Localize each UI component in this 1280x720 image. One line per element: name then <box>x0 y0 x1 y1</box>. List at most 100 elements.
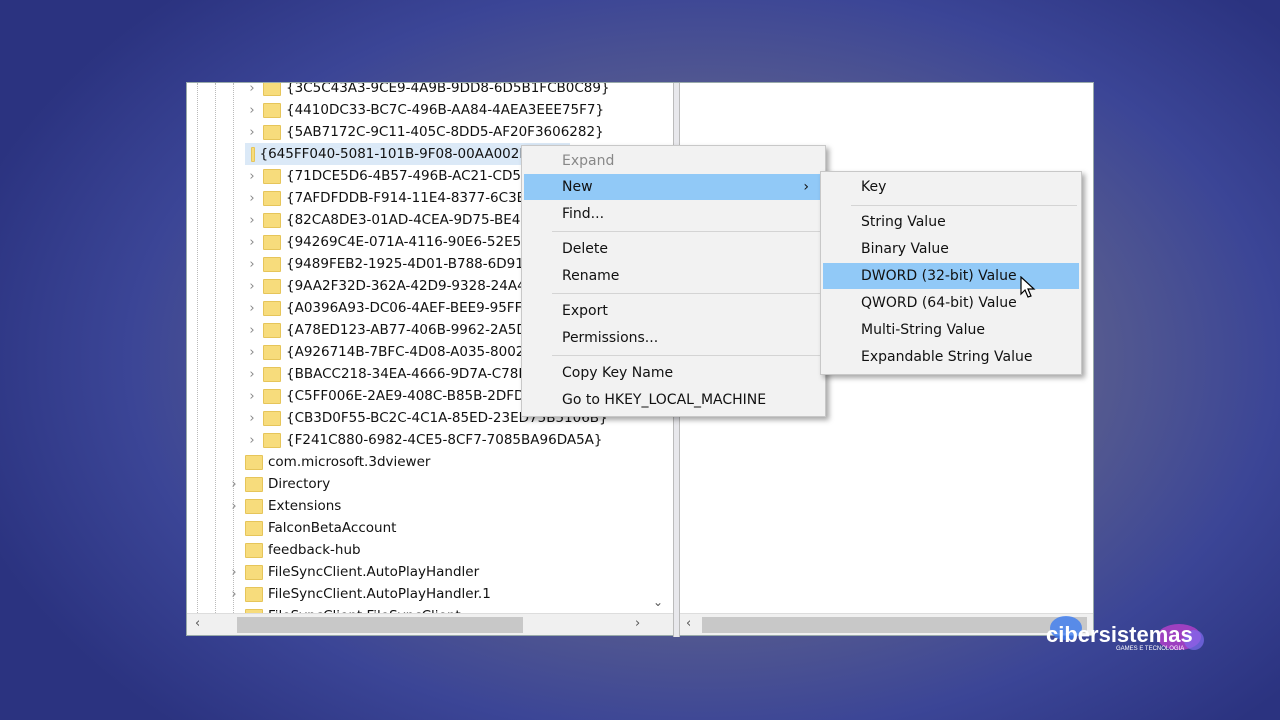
menu-item-label: Key <box>861 179 887 195</box>
folder-icon <box>245 498 263 514</box>
menu-separator <box>552 293 821 294</box>
expand-chevron-icon[interactable]: › <box>245 345 259 360</box>
menu-item-label: Binary Value <box>861 241 949 257</box>
menu-item-label: Expandable String Value <box>861 349 1033 365</box>
submenu-item[interactable]: QWORD (64-bit) Value <box>823 290 1079 316</box>
submenu-item[interactable]: Binary Value <box>823 236 1079 262</box>
context-menu-item[interactable]: New › <box>524 174 823 200</box>
context-menu-item[interactable]: Delete <box>524 236 823 262</box>
submenu-item[interactable]: Multi-String Value <box>823 317 1079 343</box>
svg-text:cibersistemas: cibersistemas <box>1046 622 1193 647</box>
menu-item-label: New <box>562 179 593 195</box>
folder-icon <box>263 322 281 338</box>
expand-chevron-icon[interactable]: › <box>245 433 259 448</box>
expand-chevron-icon[interactable]: › <box>227 587 241 602</box>
expand-chevron-icon[interactable]: › <box>227 499 241 514</box>
expand-chevron-icon[interactable]: › <box>245 389 259 404</box>
menu-separator <box>552 231 821 232</box>
expand-chevron-icon[interactable]: › <box>245 257 259 272</box>
context-menu: Expand New › Find... Delete Rename Export Permi… <box>521 145 826 417</box>
tree-key-row[interactable]: › Extensions <box>227 495 341 517</box>
menu-item-label: Delete <box>562 241 608 257</box>
menu-item-label: Copy Key Name <box>562 365 674 381</box>
submenu-arrow-icon: › <box>803 179 809 195</box>
folder-icon <box>250 146 255 162</box>
expand-chevron-icon[interactable]: › <box>227 565 241 580</box>
new-submenu: Key String Value Binary Value DWORD (32-bit… <box>820 171 1082 375</box>
folder-icon <box>245 520 263 536</box>
context-menu-item[interactable]: Expand <box>524 148 823 174</box>
expand-chevron-icon[interactable]: › <box>245 323 259 338</box>
folder-icon <box>263 124 281 140</box>
expand-chevron-icon[interactable]: › <box>245 279 259 294</box>
menu-item-label: Expand <box>562 153 615 169</box>
submenu-item[interactable]: Key <box>823 174 1079 200</box>
tree-key-row[interactable]: › FileSyncClient.AutoPlayHandler <box>227 561 479 583</box>
submenu-item[interactable]: String Value <box>823 209 1079 235</box>
menu-separator <box>552 355 821 356</box>
key-label: Directory <box>268 476 331 492</box>
expand-chevron-icon[interactable]: › <box>227 477 241 492</box>
tree-key-row[interactable]: com.microsoft.3dviewer <box>227 451 430 473</box>
key-label: {4410DC33-BC7C-496B-AA84-4AEA3EEE75F7} <box>286 102 605 118</box>
expand-chevron-icon[interactable]: › <box>245 83 259 96</box>
tree-key-row[interactable]: › {5AB7172C-9C11-405C-8DD5-AF20F3606282} <box>245 121 604 143</box>
folder-icon <box>263 344 281 360</box>
context-menu-item[interactable]: Permissions... <box>524 325 823 351</box>
folder-icon <box>263 102 281 118</box>
tree-key-row[interactable]: › {F241C880-6982-4CE5-8CF7-7085BA96DA5A} <box>245 429 603 451</box>
tree-key-row[interactable]: FalconBetaAccount <box>227 517 396 539</box>
key-label: feedback-hub <box>268 542 361 558</box>
submenu-item[interactable]: DWORD (32-bit) Value <box>823 263 1079 289</box>
folder-icon <box>263 83 281 96</box>
tree-horizontal-scrollbar[interactable]: ‹ › <box>187 613 673 635</box>
tree-key-row[interactable]: › Directory <box>227 473 330 495</box>
folder-icon <box>263 432 281 448</box>
scrollbar-thumb[interactable] <box>237 617 523 633</box>
folder-icon <box>263 410 281 426</box>
key-label: com.microsoft.3dviewer <box>268 454 431 470</box>
folder-icon <box>245 542 263 558</box>
folder-icon <box>263 278 281 294</box>
folder-icon <box>263 190 281 206</box>
expand-chevron-icon[interactable]: › <box>245 213 259 228</box>
key-label: {5AB7172C-9C11-405C-8DD5-AF20F3606282} <box>286 124 604 140</box>
expand-chevron-icon[interactable]: › <box>245 367 259 382</box>
tree-key-row[interactable]: › {4410DC33-BC7C-496B-AA84-4AEA3EEE75F7} <box>245 99 604 121</box>
menu-item-label: DWORD (32-bit) Value <box>861 268 1017 284</box>
folder-icon <box>263 212 281 228</box>
menu-item-label: Export <box>562 303 608 319</box>
folder-icon <box>263 388 281 404</box>
expand-chevron-icon[interactable]: › <box>245 235 259 250</box>
scroll-left-arrow[interactable]: ‹ <box>686 616 691 631</box>
tree-key-row[interactable]: ›FileSyncClient.FileSyncClient <box>227 605 461 613</box>
scrollbar-thumb[interactable] <box>702 617 1087 633</box>
expand-chevron-icon[interactable]: › <box>245 301 259 316</box>
expand-chevron-icon[interactable]: › <box>245 103 259 118</box>
context-menu-item[interactable]: Copy Key Name <box>524 360 823 386</box>
values-horizontal-scrollbar[interactable]: ‹ <box>680 613 1093 635</box>
expand-chevron-icon[interactable]: › <box>245 125 259 140</box>
tree-key-row[interactable]: › {3C5C43A3-9CE9-4A9B-9DD8-6D5B1FCB0C89} <box>245 83 610 99</box>
tree-line <box>215 83 216 613</box>
context-menu-item[interactable]: Find... <box>524 201 823 227</box>
tree-line <box>197 83 198 613</box>
key-label: Extensions <box>268 498 342 514</box>
tree-key-row[interactable]: › FileSyncClient.AutoPlayHandler.1 <box>227 583 490 605</box>
context-menu-item[interactable]: Export <box>524 298 823 324</box>
submenu-item[interactable]: Expandable String Value <box>823 344 1079 370</box>
key-label: {F241C880-6982-4CE5-8CF7-7085BA96DA5A} <box>286 432 603 448</box>
menu-item-label: String Value <box>861 214 946 230</box>
key-label: {3C5C43A3-9CE9-4A9B-9DD8-6D5B1FCB0C89} <box>286 83 610 96</box>
scroll-right-arrow[interactable]: › <box>635 616 640 631</box>
context-menu-item[interactable]: Go to HKEY_LOCAL_MACHINE <box>524 387 823 413</box>
scroll-down-arrow[interactable]: ⌄ <box>653 595 663 609</box>
context-menu-item[interactable]: Rename <box>524 263 823 289</box>
tree-key-row[interactable]: feedback-hub <box>227 539 361 561</box>
expand-chevron-icon[interactable]: › <box>245 411 259 426</box>
scroll-left-arrow[interactable]: ‹ <box>195 616 200 631</box>
expand-chevron-icon[interactable]: › <box>245 191 259 206</box>
folder-icon <box>245 564 263 580</box>
menu-item-label: Find... <box>562 206 605 222</box>
expand-chevron-icon[interactable]: › <box>245 169 259 184</box>
